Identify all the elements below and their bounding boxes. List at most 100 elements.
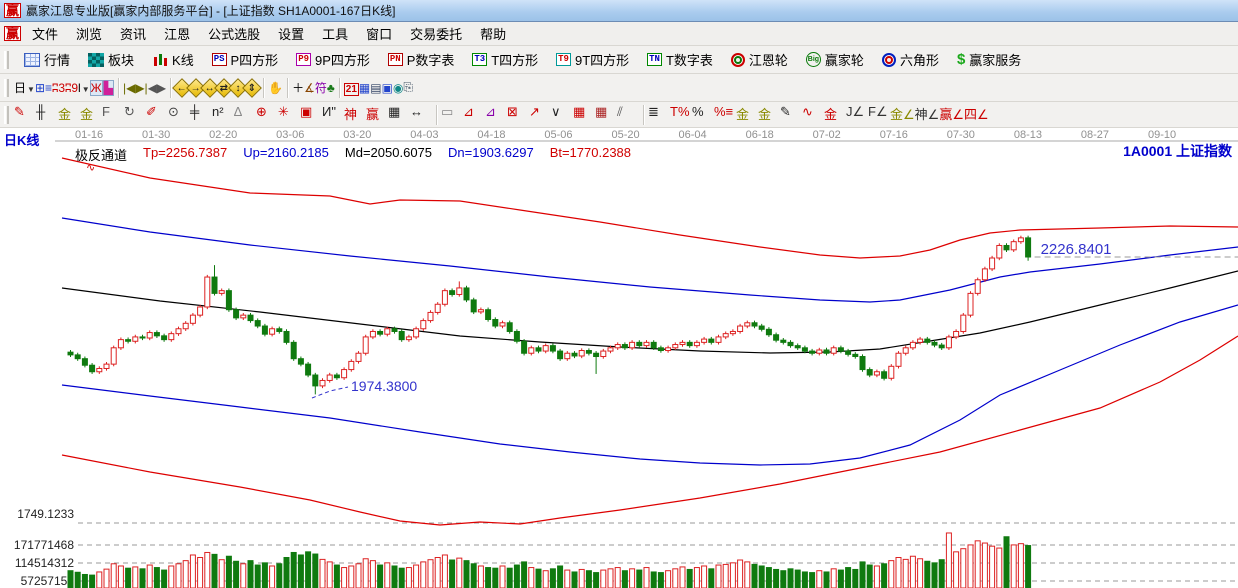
histogram-icon[interactable]: ▙ <box>103 80 114 96</box>
winner-service-button[interactable]: $赢家服务 <box>949 47 1029 72</box>
notepad-icon[interactable]: ▤ <box>370 81 381 95</box>
circle-cross-tool[interactable]: ⊕ <box>256 104 278 125</box>
calendar-icon[interactable]: 21 <box>344 81 359 95</box>
period-dropdown[interactable]: 日▼ <box>14 79 35 96</box>
t-square-button[interactable]: T3T四方形 <box>464 47 546 72</box>
menu-item-6[interactable]: 工具 <box>313 22 357 45</box>
net-view-icon[interactable]: ⊞ <box>35 81 45 95</box>
chart-canvas[interactable]: 01-1601-3002-2003-0603-2004-0304-1805-06… <box>0 128 1238 588</box>
menu-item-2[interactable]: 资讯 <box>111 22 155 45</box>
sectors-button[interactable]: 板块 <box>80 47 142 72</box>
gold-angle-tool[interactable]: 金∠ <box>890 104 915 125</box>
grid-arrow-tool[interactable]: ▦ <box>595 104 617 125</box>
p-square-button[interactable]: PSP四方形 <box>204 47 286 72</box>
winner-wheel-button[interactable]: Big赢家轮 <box>798 47 872 72</box>
toolbar-grip[interactable] <box>4 51 9 69</box>
gann-fan-tool[interactable]: ⊿ <box>463 104 485 125</box>
save-icon[interactable]: ▣ <box>382 81 393 95</box>
p9-square-button[interactable]: P99P四方形 <box>288 47 378 72</box>
prev-icon[interactable]: ◀ <box>148 81 157 95</box>
t9-square-button[interactable]: T99T四方形 <box>548 47 637 72</box>
f-ruler-tool[interactable]: F <box>102 104 124 125</box>
angle-measure-icon[interactable]: ∡ <box>304 81 315 95</box>
t-number-table-button[interactable]: TNT数字表 <box>639 47 721 72</box>
gold-circle-tool[interactable]: 金 <box>736 104 758 125</box>
yi-tool[interactable]: И" <box>322 104 344 125</box>
ying-grid-tool[interactable]: 赢 <box>366 104 388 125</box>
crosshair-icon[interactable]: ＋ <box>292 79 304 96</box>
tick-ruler-tool[interactable]: ╪ <box>190 104 212 125</box>
hexagon-button[interactable]: 六角形 <box>874 47 947 72</box>
grid-ruler-tool[interactable]: ╫ <box>36 104 58 125</box>
menu-item-7[interactable]: 窗口 <box>357 22 401 45</box>
square-target-tool[interactable]: ▣ <box>300 104 322 125</box>
kline-button[interactable]: K线 <box>144 47 202 72</box>
volume-bar <box>1018 544 1023 588</box>
hand-tool-icon[interactable]: ✋ <box>268 81 283 95</box>
last-page-icon[interactable]: ▶| <box>135 81 147 95</box>
red-grid-tool[interactable]: ▦ <box>573 104 595 125</box>
fan-box-tool[interactable]: ⊿ <box>485 104 507 125</box>
shen-angle-tool[interactable]: 神∠ <box>915 104 940 125</box>
print-icon[interactable]: ⎘ <box>403 80 413 95</box>
toolbar-grip[interactable] <box>4 106 9 124</box>
four-angle-tool[interactable]: 四∠ <box>964 104 989 125</box>
kline-tab-label[interactable]: 日K线 <box>4 130 39 149</box>
compress-v-diamond[interactable]: ⇕ <box>245 81 259 95</box>
spiral-3-tool[interactable]: ↻ <box>124 104 146 125</box>
percent-tool[interactable]: % <box>692 104 714 125</box>
club-icon[interactable]: ♣ <box>327 81 335 95</box>
v-lines-tool[interactable]: ∨ <box>551 104 573 125</box>
p-number-table-button[interactable]: PNP数字表 <box>380 47 462 72</box>
menu-item-0[interactable]: 文件 <box>23 22 67 45</box>
wave-tool[interactable]: ∿ <box>802 104 824 125</box>
gold-gann-tool-1[interactable]: 金 <box>58 104 80 125</box>
brush-tool[interactable]: ✎ <box>14 104 36 125</box>
info-doc-icon[interactable]: ≡ <box>45 81 52 95</box>
next-icon[interactable]: ▶ <box>157 81 166 95</box>
menu-item-9[interactable]: 帮助 <box>471 22 515 45</box>
price-brush-tool[interactable]: ✎ <box>780 104 802 125</box>
f-angle-tool[interactable]: F∠ <box>868 104 890 125</box>
gann-wheel-button[interactable]: 江恩轮 <box>723 47 796 72</box>
gold-gann-tool-2[interactable]: 金 <box>80 104 102 125</box>
network-icon[interactable]: ◉ <box>393 81 403 95</box>
grid-123-tool[interactable]: ▦ <box>388 104 410 125</box>
menu-item-3[interactable]: 江恩 <box>155 22 199 45</box>
toolbar-grip[interactable] <box>4 79 9 97</box>
cross-box-tool[interactable]: ⊠ <box>507 104 529 125</box>
step-tool[interactable]: ≣ <box>648 104 670 125</box>
j-angle-tool[interactable]: J∠ <box>846 104 868 125</box>
candle-body <box>543 346 548 351</box>
menu-item-5[interactable]: 设置 <box>269 22 313 45</box>
pattern-9-icon[interactable]: ʭ9 <box>65 81 78 95</box>
width-measure-tool[interactable]: ↔ <box>410 104 432 125</box>
menu-item-1[interactable]: 浏览 <box>67 22 111 45</box>
menu-item-4[interactable]: 公式选股 <box>199 22 269 45</box>
n-squared-tool[interactable]: n² <box>212 104 234 125</box>
volume-bar <box>219 560 224 588</box>
gann-pattern-icon[interactable]: Ж <box>90 80 103 96</box>
percent-lines-tool[interactable]: %≡ <box>714 104 736 125</box>
pattern-3-icon[interactable]: ʭ3 <box>52 81 65 95</box>
gold-box-tool[interactable]: 金 <box>824 104 846 125</box>
first-page-icon[interactable]: |◀ <box>123 81 135 95</box>
menu-item-8[interactable]: 交易委托 <box>401 22 471 45</box>
t-percent-tool[interactable]: T% <box>670 104 692 125</box>
star-target-tool[interactable]: ✳ <box>278 104 300 125</box>
shen-grid-tool[interactable]: 神 <box>344 104 366 125</box>
arrow-lines-tool[interactable]: ↗ <box>529 104 551 125</box>
tick-ruler-tool-glyph: ╪ <box>190 104 199 119</box>
ying-angle-tool[interactable]: 赢∠ <box>939 104 964 125</box>
quotes-button[interactable]: 行情 <box>16 47 78 72</box>
gold-underline-tool[interactable]: 金 <box>758 104 780 125</box>
calculator-icon[interactable]: ▦ <box>359 81 370 95</box>
title-bar[interactable]: 赢 赢家江恩专业版[赢家内部服务平台] - [上证指数 SH1A0001-167… <box>0 0 1238 22</box>
box-tool[interactable]: ▭ <box>441 104 463 125</box>
time-circle-tool[interactable]: ⊙ <box>168 104 190 125</box>
candle-style-dropdown[interactable]: l▼ <box>78 81 90 95</box>
angle-mirror-tool[interactable]: ∆ <box>234 104 256 125</box>
stamp-icon[interactable]: 符 <box>315 79 327 96</box>
pen-ruler-tool[interactable]: ✐ <box>146 104 168 125</box>
parallel-lines-tool[interactable]: ⫽ <box>617 104 639 125</box>
